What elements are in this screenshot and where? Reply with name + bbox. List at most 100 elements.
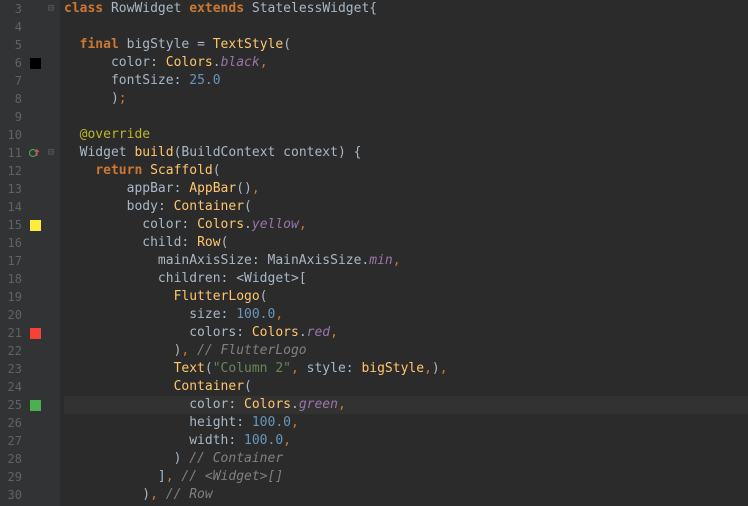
line-number[interactable]: 17 bbox=[0, 252, 28, 270]
gutter-row: 25 bbox=[0, 396, 60, 414]
fold-indicator bbox=[42, 432, 60, 450]
gutter-marker bbox=[28, 126, 42, 144]
line-number[interactable]: 20 bbox=[0, 306, 28, 324]
line-number[interactable]: 6 bbox=[0, 54, 28, 72]
code-line bbox=[64, 108, 748, 126]
fold-indicator[interactable]: ⊟ bbox=[42, 144, 60, 162]
fold-indicator bbox=[42, 18, 60, 36]
line-number[interactable]: 15 bbox=[0, 216, 28, 234]
line-number[interactable]: 14 bbox=[0, 198, 28, 216]
code-line: ) // Container bbox=[64, 450, 748, 468]
gutter-marker bbox=[28, 144, 42, 162]
color-swatch-icon[interactable] bbox=[30, 400, 41, 411]
gutter-row: 30 bbox=[0, 486, 60, 504]
line-number[interactable]: 26 bbox=[0, 414, 28, 432]
fold-indicator bbox=[42, 54, 60, 72]
gutter-row: 29 bbox=[0, 468, 60, 486]
line-number[interactable]: 8 bbox=[0, 90, 28, 108]
gutter-row: 4 bbox=[0, 18, 60, 36]
gutter-marker bbox=[28, 216, 42, 234]
line-number[interactable]: 5 bbox=[0, 36, 28, 54]
gutter-row: 17 bbox=[0, 252, 60, 270]
line-number[interactable]: 3 bbox=[0, 0, 28, 18]
line-number[interactable]: 18 bbox=[0, 270, 28, 288]
code-editor: 3⊟4567891011⊟121314151617181920212223242… bbox=[0, 0, 748, 506]
color-swatch-icon[interactable] bbox=[30, 58, 41, 69]
override-icon[interactable] bbox=[29, 147, 41, 159]
fold-indicator[interactable]: ⊟ bbox=[42, 0, 60, 18]
line-number[interactable]: 11 bbox=[0, 144, 28, 162]
gutter-row: 11 ⊟ bbox=[0, 144, 60, 162]
fold-indicator bbox=[42, 216, 60, 234]
gutter-marker bbox=[28, 180, 42, 198]
gutter-row: 22 bbox=[0, 342, 60, 360]
line-number[interactable]: 7 bbox=[0, 72, 28, 90]
line-number[interactable]: 19 bbox=[0, 288, 28, 306]
gutter-marker bbox=[28, 414, 42, 432]
gutter-row: 15 bbox=[0, 216, 60, 234]
gutter-row: 18 bbox=[0, 270, 60, 288]
line-number[interactable]: 16 bbox=[0, 234, 28, 252]
fold-indicator bbox=[42, 396, 60, 414]
line-number[interactable]: 30 bbox=[0, 486, 28, 504]
line-number[interactable]: 21 bbox=[0, 324, 28, 342]
code-area[interactable]: class RowWidget extends StatelessWidget{… bbox=[60, 0, 748, 506]
gutter-marker bbox=[28, 36, 42, 54]
fold-indicator bbox=[42, 486, 60, 504]
fold-indicator bbox=[42, 288, 60, 306]
code-line: @override bbox=[64, 126, 748, 144]
gutter-row: 7 bbox=[0, 72, 60, 90]
code-line: color: Colors.black, bbox=[64, 54, 748, 72]
fold-indicator bbox=[42, 378, 60, 396]
code-line: color: Colors.green, bbox=[64, 396, 748, 414]
code-line: color: Colors.yellow, bbox=[64, 216, 748, 234]
line-number[interactable]: 4 bbox=[0, 18, 28, 36]
line-number[interactable]: 10 bbox=[0, 126, 28, 144]
line-number[interactable]: 29 bbox=[0, 468, 28, 486]
line-number[interactable]: 23 bbox=[0, 360, 28, 378]
line-number[interactable]: 28 bbox=[0, 450, 28, 468]
gutter-row: 20 bbox=[0, 306, 60, 324]
gutter-marker bbox=[28, 0, 42, 18]
code-line: ], // <Widget>[] bbox=[64, 468, 748, 486]
code-line: Container( bbox=[64, 378, 748, 396]
gutter-marker bbox=[28, 396, 42, 414]
gutter-row: 19 bbox=[0, 288, 60, 306]
code-line: ); bbox=[64, 90, 748, 108]
line-number[interactable]: 9 bbox=[0, 108, 28, 126]
code-line: Text("Column 2", style: bigStyle,), bbox=[64, 360, 748, 378]
code-line: mainAxisSize: MainAxisSize.min, bbox=[64, 252, 748, 270]
gutter-row: 23 bbox=[0, 360, 60, 378]
line-number[interactable]: 25 bbox=[0, 396, 28, 414]
gutter-row: 3⊟ bbox=[0, 0, 60, 18]
line-number[interactable]: 22 bbox=[0, 342, 28, 360]
color-swatch-icon[interactable] bbox=[30, 328, 41, 339]
line-number[interactable]: 12 bbox=[0, 162, 28, 180]
code-line: height: 100.0, bbox=[64, 414, 748, 432]
gutter-marker bbox=[28, 234, 42, 252]
code-line: final bigStyle = TextStyle( bbox=[64, 36, 748, 54]
gutter-marker bbox=[28, 360, 42, 378]
fold-indicator bbox=[42, 468, 60, 486]
gutter-row: 8 bbox=[0, 90, 60, 108]
fold-indicator bbox=[42, 342, 60, 360]
gutter-row: 6 bbox=[0, 54, 60, 72]
code-line: colors: Colors.red, bbox=[64, 324, 748, 342]
fold-indicator bbox=[42, 252, 60, 270]
gutter-marker bbox=[28, 450, 42, 468]
code-line: body: Container( bbox=[64, 198, 748, 216]
gutter: 3⊟4567891011⊟121314151617181920212223242… bbox=[0, 0, 60, 506]
gutter-row: 28 bbox=[0, 450, 60, 468]
fold-indicator bbox=[42, 270, 60, 288]
gutter-marker bbox=[28, 270, 42, 288]
line-number[interactable]: 13 bbox=[0, 180, 28, 198]
line-number[interactable]: 24 bbox=[0, 378, 28, 396]
line-number[interactable]: 27 bbox=[0, 432, 28, 450]
gutter-marker bbox=[28, 306, 42, 324]
gutter-row: 14 bbox=[0, 198, 60, 216]
color-swatch-icon[interactable] bbox=[30, 220, 41, 231]
code-line: return Scaffold( bbox=[64, 162, 748, 180]
gutter-marker bbox=[28, 54, 42, 72]
gutter-marker bbox=[28, 432, 42, 450]
code-line: fontSize: 25.0 bbox=[64, 72, 748, 90]
